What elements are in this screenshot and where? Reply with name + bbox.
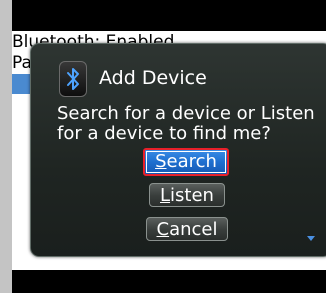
bluetooth-glyph-icon	[67, 68, 79, 90]
dialog-message: Search for a device or Listen for a devi…	[57, 103, 315, 144]
listen-button[interactable]: Listen	[149, 183, 225, 207]
add-device-dialog: Add Device Search for a device or Listen…	[30, 43, 326, 257]
cancel-button[interactable]: Cancel	[146, 217, 228, 241]
search-button[interactable]: Search	[143, 148, 229, 176]
bluetooth-icon	[59, 61, 87, 97]
cancel-button-label: ancel	[169, 219, 218, 240]
search-button-label: earch	[166, 151, 217, 172]
dialog-title: Add Device	[99, 67, 207, 89]
search-button-mnemonic: S	[155, 151, 167, 172]
cancel-button-mnemonic: C	[156, 219, 170, 240]
scroll-down-indicator-icon	[307, 236, 315, 241]
listen-button-label: isten	[170, 185, 214, 206]
listen-button-mnemonic: L	[160, 185, 171, 206]
device-screen: Bluetooth: Enabled Pa Add Device Search …	[12, 0, 326, 293]
